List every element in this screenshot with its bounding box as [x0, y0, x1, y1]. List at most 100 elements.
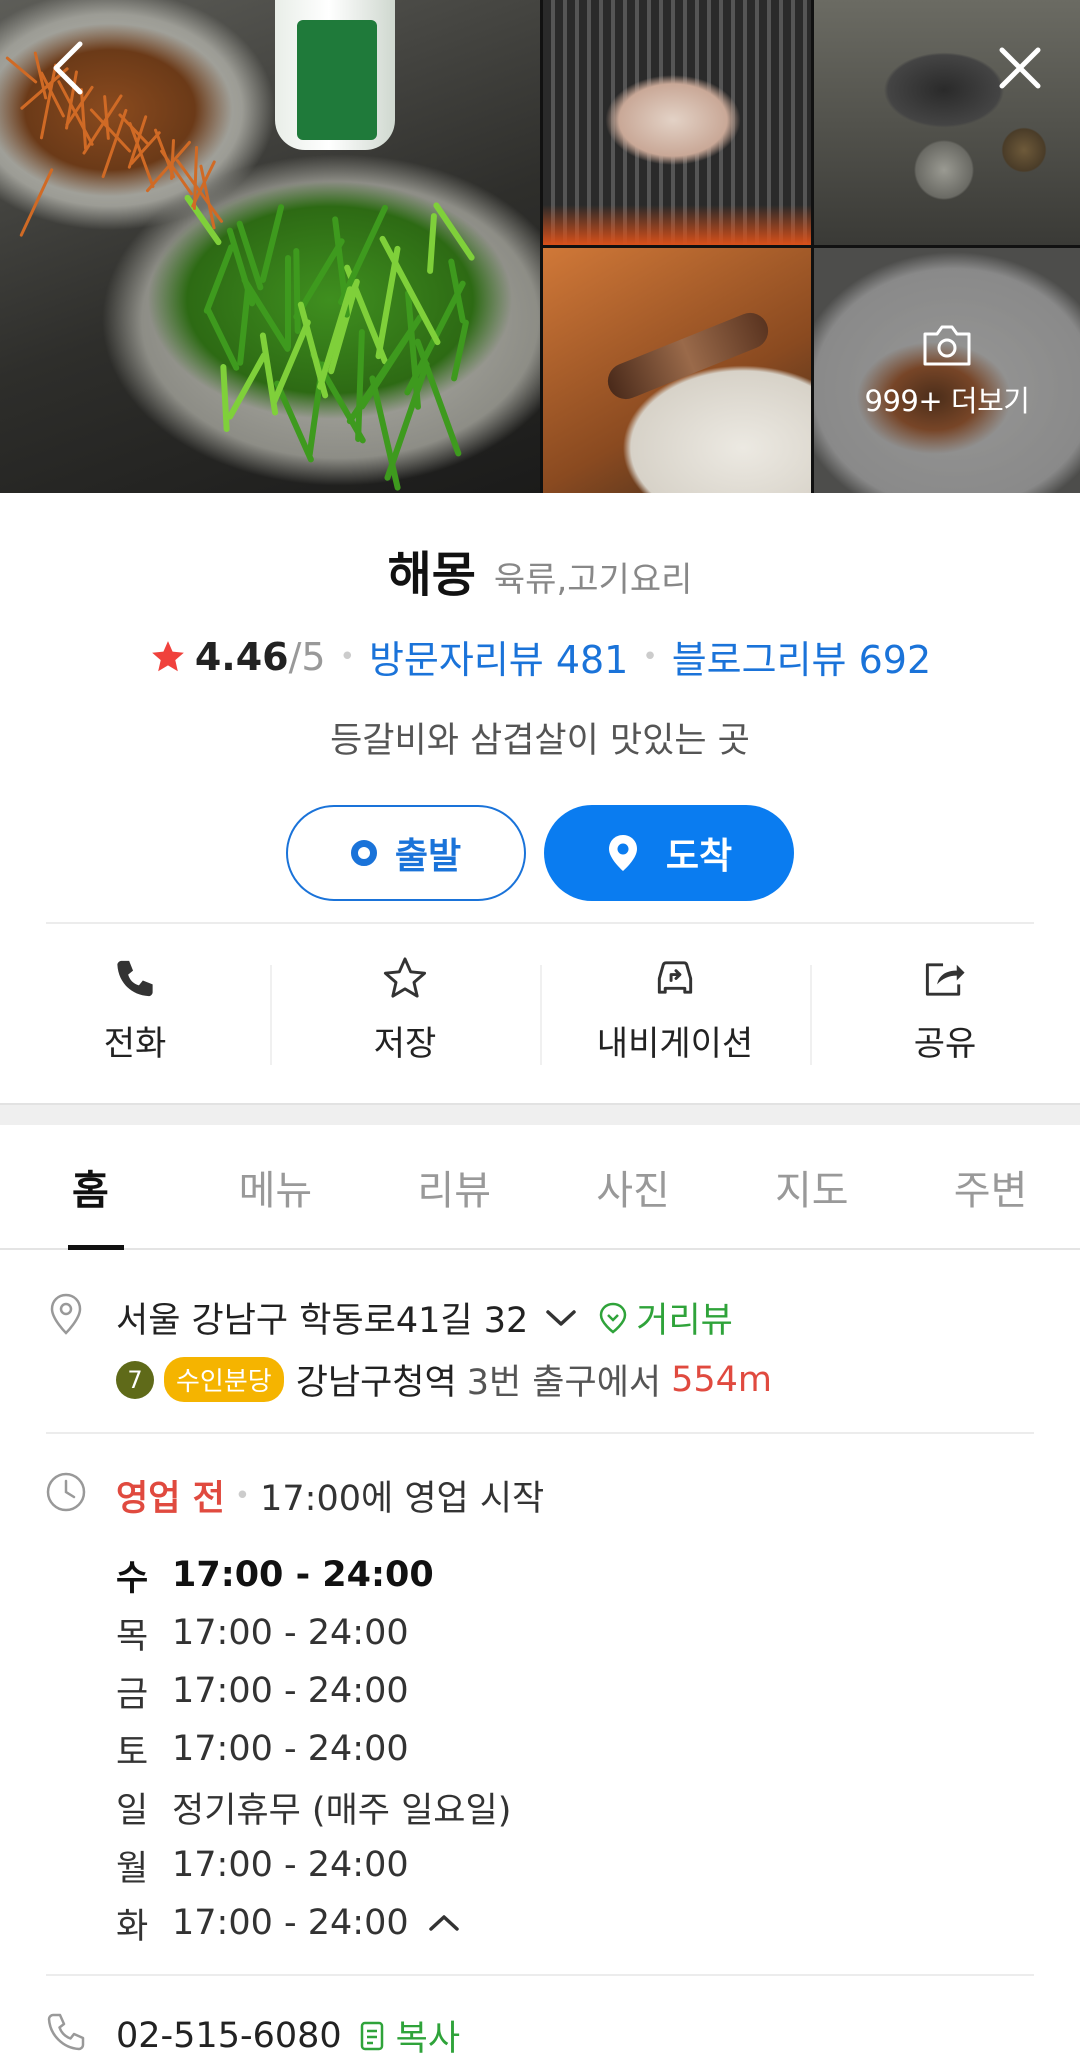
tab-menu[interactable]: 메뉴	[186, 1125, 365, 1248]
street-view-link[interactable]: 거리뷰	[598, 1292, 733, 1343]
schedule-day: 토	[116, 1732, 149, 1773]
schedule-day: 월	[116, 1848, 149, 1889]
save-button[interactable]: 저장	[270, 935, 540, 1065]
photo-ribs[interactable]	[543, 248, 811, 493]
station-name: 강남구청역	[295, 1363, 457, 1403]
schedule-list[interactable]: 수 17:00 - 24:00 목 17:00 - 24:00 금 17:00 …	[116, 1546, 511, 1952]
schedule-day: 수	[116, 1558, 149, 1599]
rating-score: 4.46	[194, 634, 289, 679]
schedule-time: 17:00 - 24:00	[172, 1555, 434, 1595]
copy-button[interactable]: 복사	[358, 2010, 460, 2061]
divider	[46, 922, 1034, 924]
tab-bar: 홈 메뉴 리뷰 사진 지도 주변	[0, 1125, 1080, 1250]
station-distance: 554m	[671, 1359, 773, 1400]
action-bar: 전화 저장 내비게이션 공유	[0, 935, 1080, 1065]
location-pin-outline-icon	[50, 1293, 82, 1335]
destination-button[interactable]: 도착	[544, 805, 794, 901]
schedule-time: 17:00 - 24:00	[172, 1729, 409, 1769]
rating-row: 4.46 /5 • 방문자리뷰 481 • 블로그리뷰 692	[0, 629, 1080, 684]
section-separator	[0, 1103, 1080, 1125]
street-view-label: 거리뷰	[636, 1301, 733, 1341]
chive-strand	[426, 212, 438, 275]
save-label: 저장	[373, 1024, 437, 1064]
clock-icon	[46, 1472, 86, 1512]
navigation-label: 내비게이션	[596, 1024, 754, 1064]
divider	[46, 1432, 1034, 1434]
star-outline-icon	[383, 957, 427, 998]
chive-strand	[337, 203, 389, 307]
call-label: 전화	[103, 1024, 167, 1064]
photo-gallery[interactable]: 999+ 더보기	[0, 0, 1080, 493]
rating-max: /5	[288, 634, 326, 679]
photo-grill[interactable]	[543, 0, 811, 245]
more-photos-button[interactable]: 999+ 더보기	[814, 248, 1080, 493]
address-row[interactable]: 서울 강남구 학동로41길 32 거리뷰	[116, 1292, 733, 1343]
share-icon	[925, 963, 965, 996]
location-pin-icon	[608, 835, 637, 871]
schedule-row: 수 17:00 - 24:00	[116, 1546, 511, 1604]
back-arrow-icon	[53, 41, 83, 95]
phone-number[interactable]: 02-515-6080	[116, 2016, 342, 2056]
schedule-row: 금 17:00 - 24:00	[116, 1662, 511, 1720]
place-tagline: 등갈비와 삼겹살이 맛있는 곳	[330, 721, 750, 761]
place-summary: 해몽 육류,고기요리 4.46 /5 • 방문자리뷰 481 • 블로그리뷰 6…	[0, 493, 1080, 901]
start-label: 출발	[394, 836, 462, 877]
share-label: 공유	[913, 1024, 977, 1064]
visitor-reviews-link[interactable]: 방문자리뷰 481	[369, 629, 628, 684]
phone-row: 02-515-6080 복사	[116, 2010, 460, 2061]
chive-strand	[450, 319, 470, 382]
schedule-day: 금	[116, 1674, 149, 1715]
schedule-row: 목 17:00 - 24:00	[116, 1604, 511, 1662]
separator-dot: •	[642, 641, 658, 672]
tab-reviews[interactable]: 리뷰	[365, 1125, 544, 1248]
schedule-row: 월 17:00 - 24:00	[116, 1836, 511, 1894]
schedule-time: 17:00 - 24:00	[172, 1671, 409, 1711]
phone-icon	[117, 960, 153, 997]
subway-line-suin-bundang-badge: 수인분당	[164, 1357, 284, 1402]
place-name: 해몽	[387, 547, 476, 603]
phone-outline-icon	[47, 2013, 85, 2051]
schedule-day: 일	[116, 1790, 149, 1831]
back-button[interactable]	[28, 28, 108, 108]
tab-nearby[interactable]: 주변	[901, 1125, 1080, 1248]
tab-photos[interactable]: 사진	[544, 1125, 723, 1248]
tab-map[interactable]: 지도	[722, 1125, 901, 1248]
close-button[interactable]	[980, 28, 1060, 108]
chive-strand	[383, 360, 431, 482]
chive-strand	[432, 201, 476, 262]
star-icon	[152, 640, 184, 671]
copy-label: 복사	[395, 2019, 461, 2059]
status-label: 영업 전	[116, 1479, 225, 1519]
separator-dot: •	[339, 641, 355, 672]
street-view-icon	[599, 1302, 627, 1334]
bottle-label	[297, 20, 377, 140]
subway-info: 7 수인분당 강남구청역 3번 출구에서 554m	[116, 1354, 772, 1405]
carrot-strand	[192, 145, 199, 211]
carrot-strand	[19, 167, 54, 238]
title-row: 해몽 육류,고기요리	[0, 535, 1080, 605]
place-category: 육류,고기요리	[493, 560, 693, 600]
schedule-day: 목	[116, 1616, 149, 1657]
navigation-button[interactable]: 내비게이션	[540, 935, 810, 1065]
call-button[interactable]: 전화	[0, 935, 270, 1065]
chive-strand	[202, 243, 236, 315]
business-status: 영업 전 • 17:00에 영업 시작	[116, 1470, 544, 1521]
chive-strand	[316, 285, 354, 391]
chive-strand	[355, 328, 365, 443]
tab-home[interactable]: 홈	[0, 1125, 186, 1250]
start-button[interactable]: 출발	[286, 805, 526, 901]
chevron-up-icon[interactable]	[427, 1912, 461, 1934]
share-button[interactable]: 공유	[810, 935, 1080, 1065]
station-exit: 3번 출구에서	[466, 1363, 662, 1403]
more-photos-label: 999+ 더보기	[864, 383, 1030, 418]
chive-strand	[285, 255, 291, 350]
blog-reviews-link[interactable]: 블로그리뷰 692	[672, 629, 931, 684]
schedule-time: 17:00 - 24:00	[172, 1613, 409, 1653]
route-buttons: 출발 도착	[0, 805, 1080, 901]
copy-icon	[360, 2021, 383, 2050]
separator-dot: •	[234, 1480, 251, 1511]
close-icon	[999, 47, 1041, 89]
schedule-time: 17:00 - 24:00	[172, 1903, 409, 1943]
chevron-down-icon[interactable]	[544, 1307, 578, 1329]
start-point-icon	[350, 840, 377, 866]
